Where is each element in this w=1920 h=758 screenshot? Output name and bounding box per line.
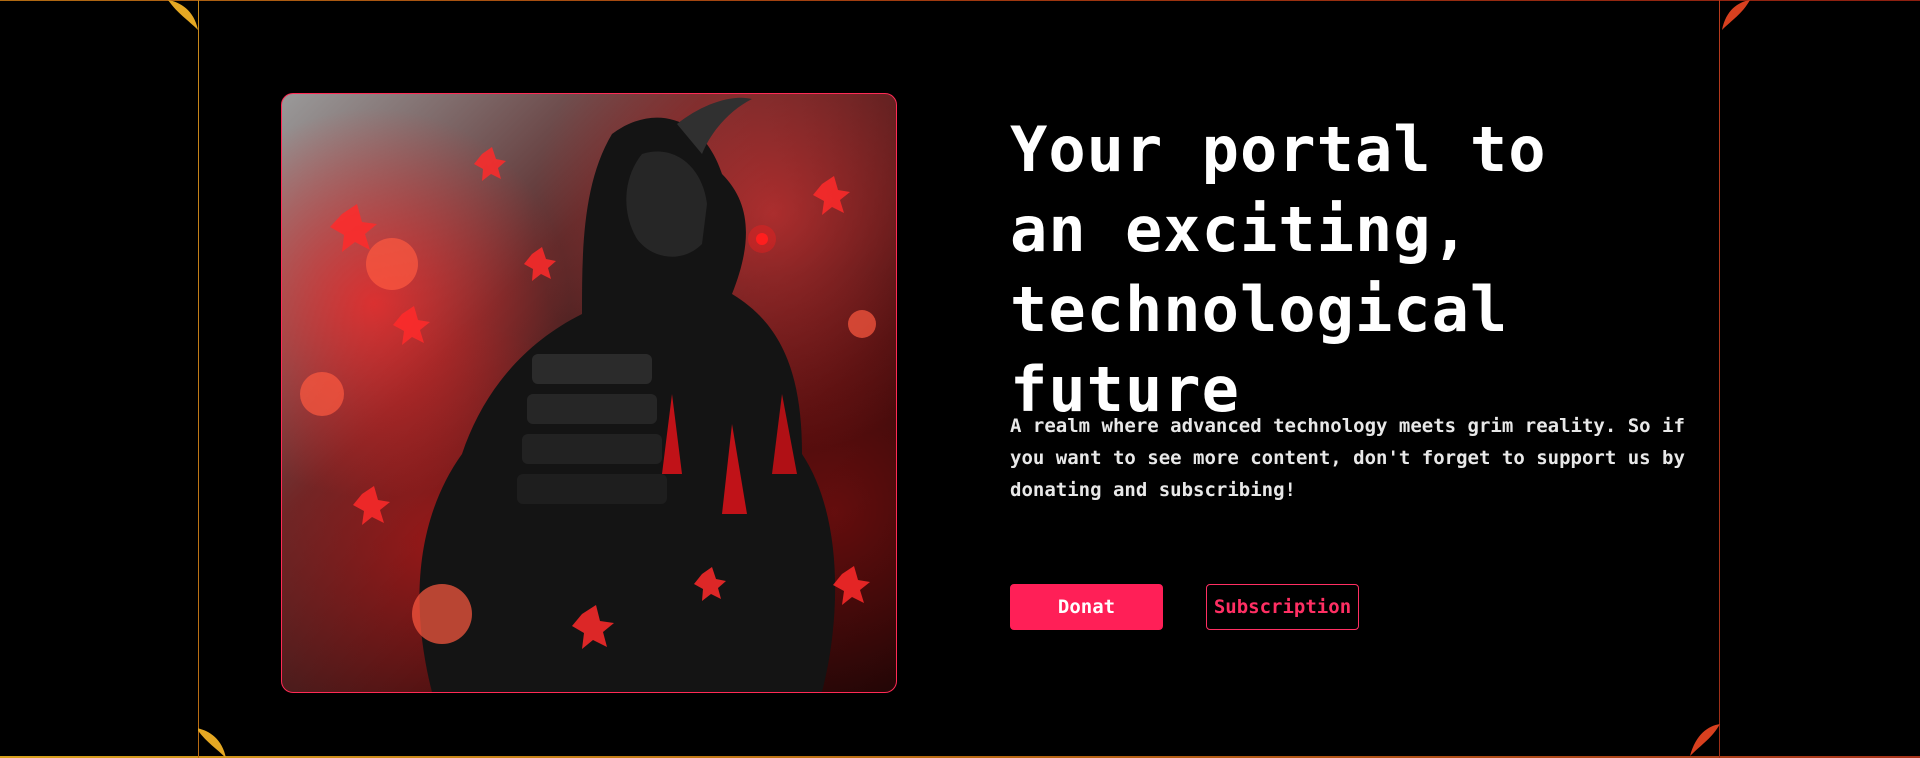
donate-button[interactable]: Donat bbox=[1010, 584, 1163, 630]
frame-right-line bbox=[1719, 0, 1720, 758]
hero-headline: Your portal to an exciting, technologica… bbox=[1010, 113, 1547, 426]
corner-ornament-top-left bbox=[168, 0, 202, 34]
samurai-illustration bbox=[300, 97, 876, 692]
hero-description: A realm where advanced technology meets … bbox=[1010, 415, 1685, 501]
subscription-button[interactable]: Subscription bbox=[1206, 584, 1359, 630]
frame-top-border bbox=[0, 0, 1920, 1]
hero-image bbox=[281, 93, 897, 693]
corner-ornament-bottom-right bbox=[1686, 724, 1720, 758]
corner-ornament-bottom-left bbox=[198, 724, 232, 758]
corner-ornament-top-right bbox=[1720, 0, 1754, 34]
frame-left-line bbox=[198, 0, 199, 758]
